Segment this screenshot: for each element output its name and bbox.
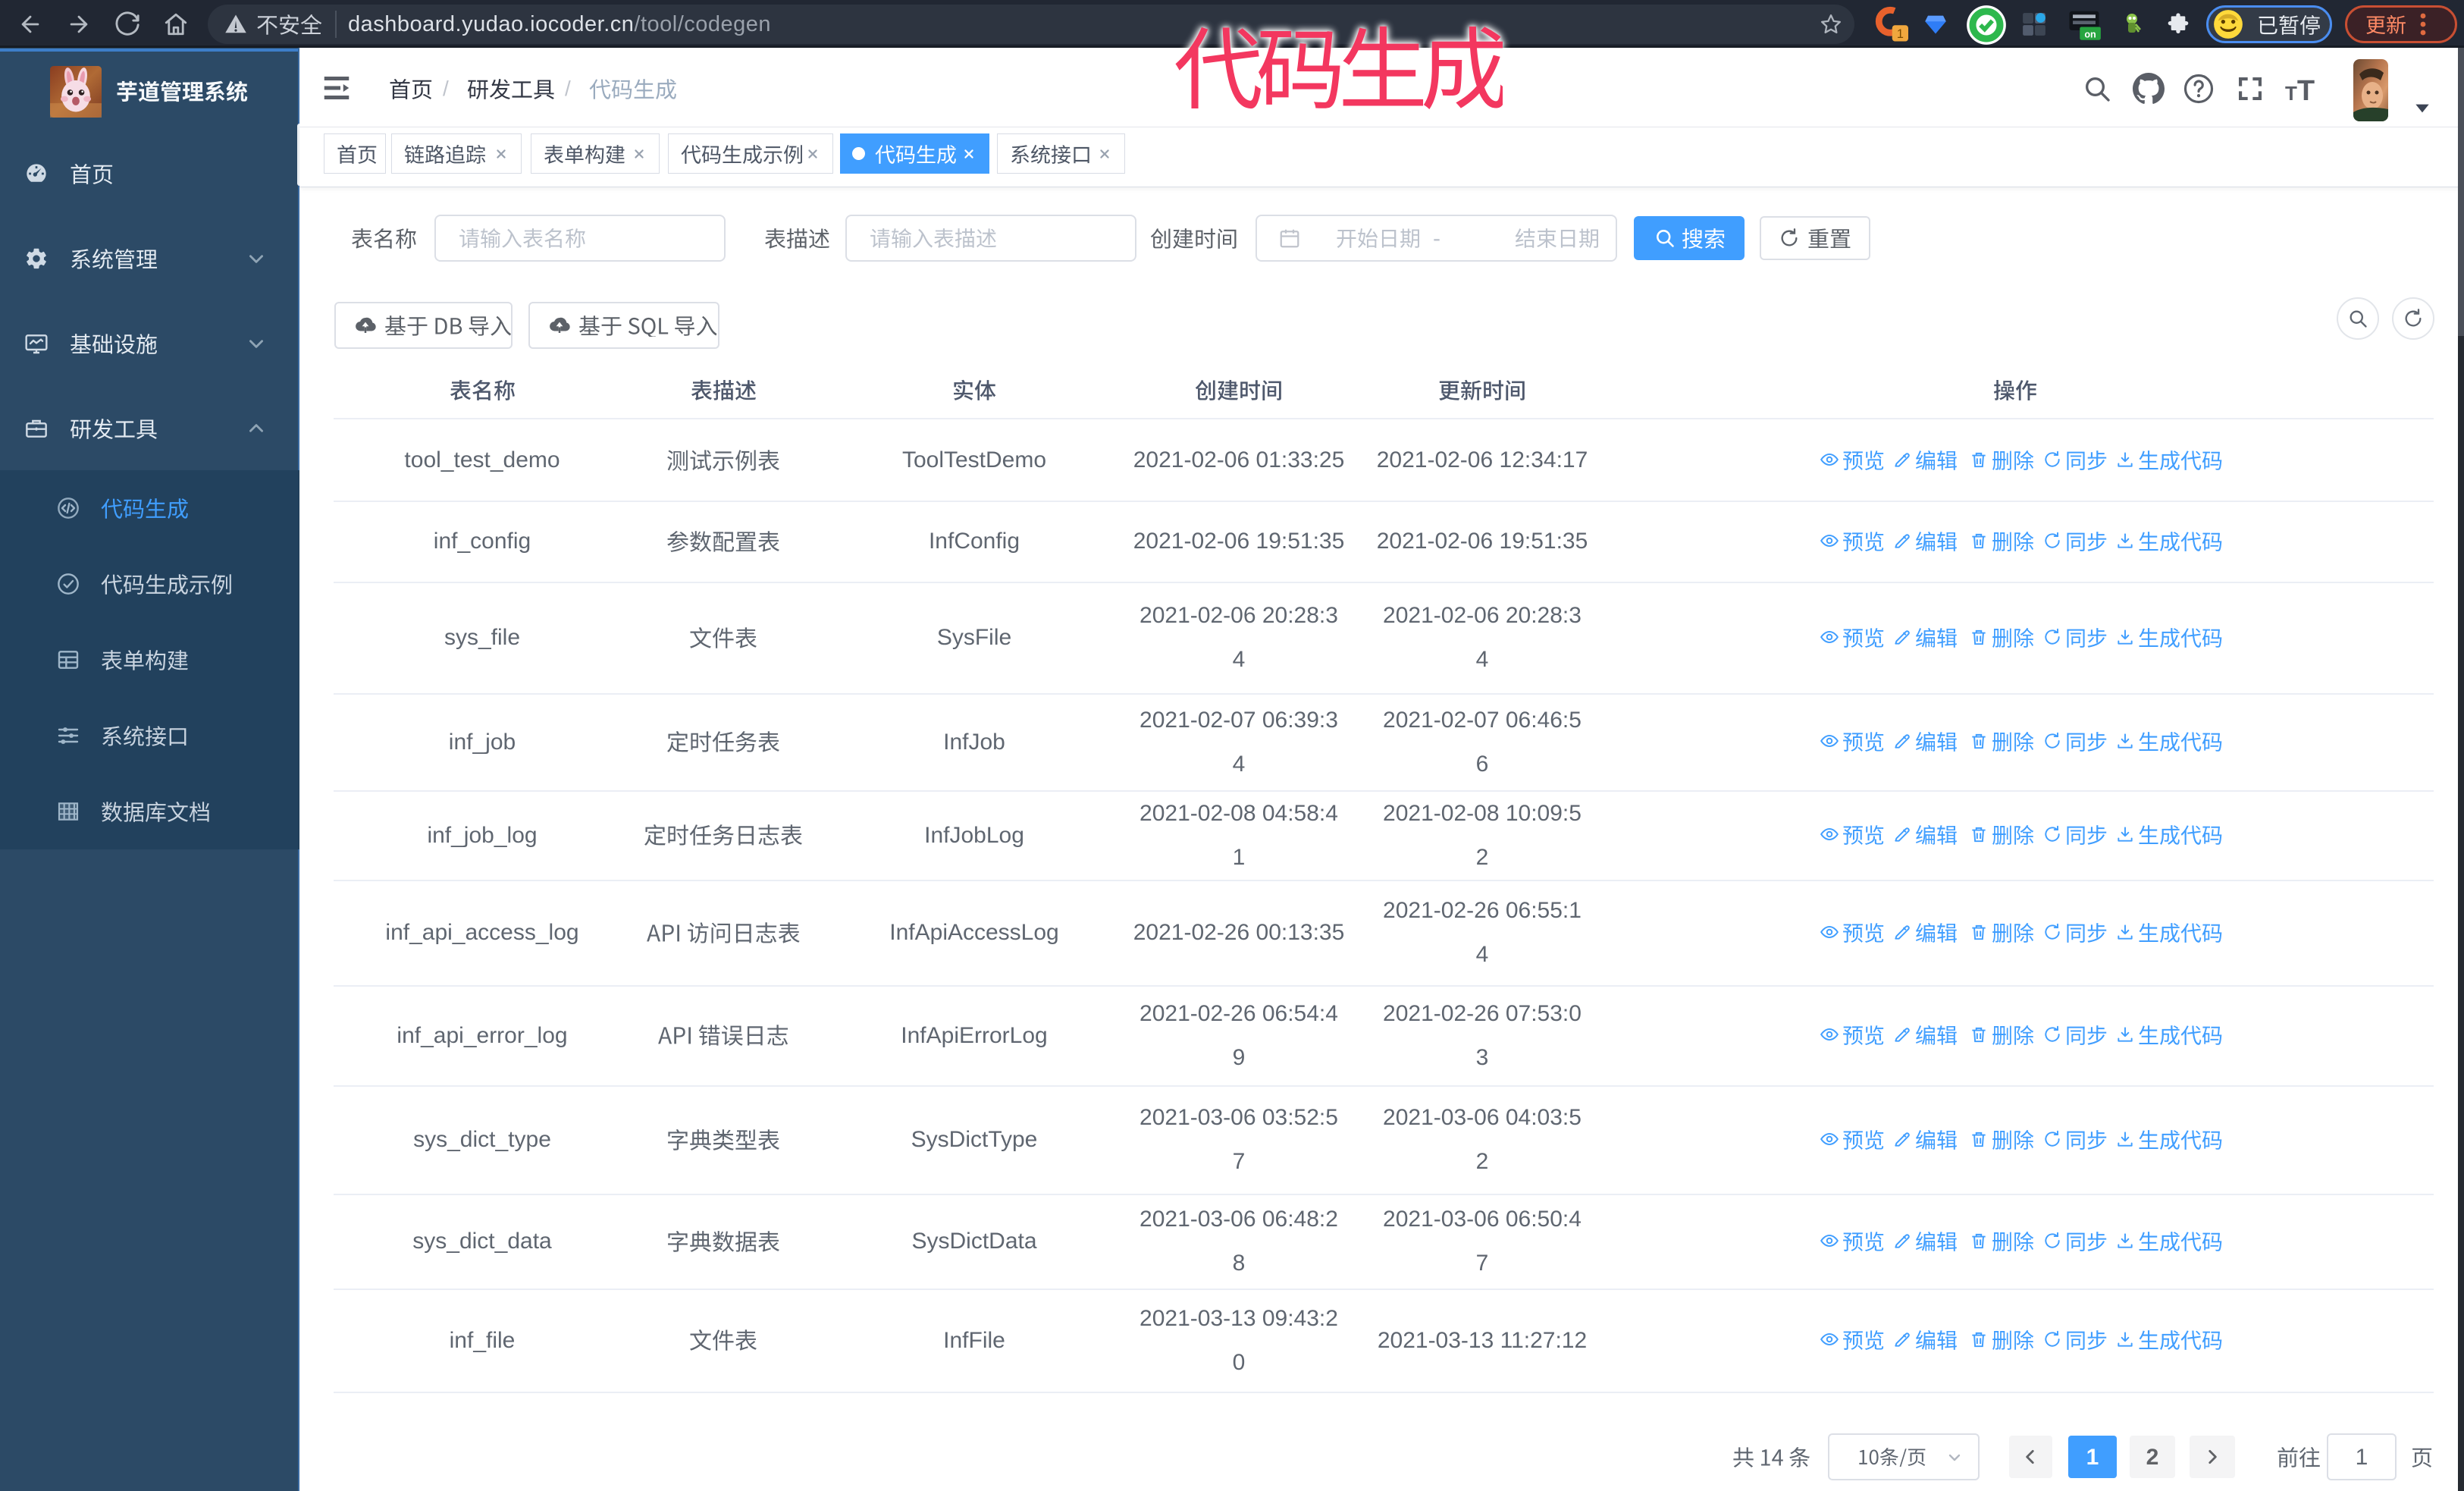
svg-text:1: 1 xyxy=(1897,27,1904,41)
svg-text:on: on xyxy=(2084,29,2096,39)
